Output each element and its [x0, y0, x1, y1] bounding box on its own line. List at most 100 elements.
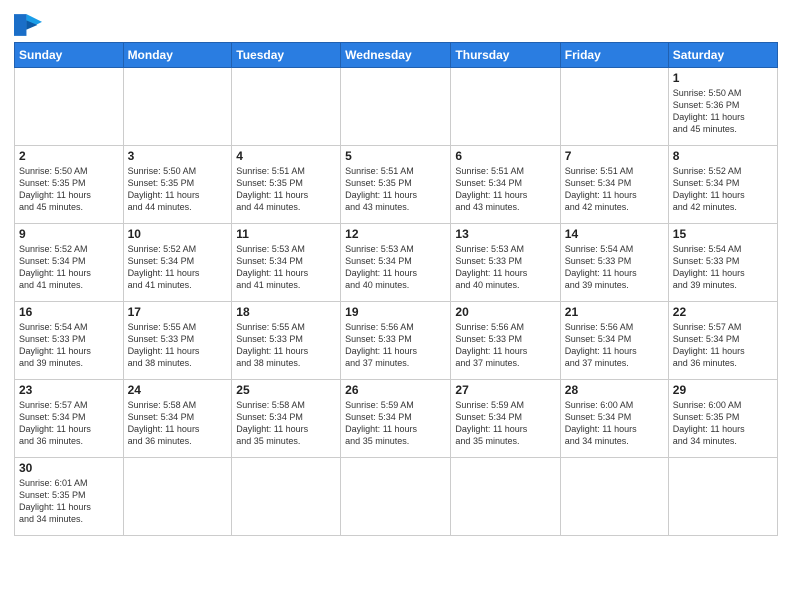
day-info: Sunrise: 5:57 AM Sunset: 5:34 PM Dayligh… — [19, 399, 119, 448]
calendar-cell: 5Sunrise: 5:51 AM Sunset: 5:35 PM Daylig… — [341, 146, 451, 224]
day-info: Sunrise: 5:56 AM Sunset: 5:33 PM Dayligh… — [345, 321, 446, 370]
calendar-cell — [560, 458, 668, 536]
calendar-cell: 15Sunrise: 5:54 AM Sunset: 5:33 PM Dayli… — [668, 224, 777, 302]
day-number: 6 — [455, 149, 555, 163]
day-number: 4 — [236, 149, 336, 163]
day-info: Sunrise: 5:54 AM Sunset: 5:33 PM Dayligh… — [19, 321, 119, 370]
day-info: Sunrise: 5:51 AM Sunset: 5:35 PM Dayligh… — [345, 165, 446, 214]
day-info: Sunrise: 5:53 AM Sunset: 5:33 PM Dayligh… — [455, 243, 555, 292]
calendar-week-row: 2 Sunrise: 5:50 AM Sunset: 5:35 PM Daylig… — [15, 146, 778, 224]
calendar-cell: 13 Sunrise: 5:53 AM Sunset: 5:33 PM Dayli… — [451, 224, 560, 302]
calendar-cell: 12 Sunrise: 5:53 AM Sunset: 5:34 PM Dayli… — [341, 224, 451, 302]
calendar-cell: 16Sunrise: 5:54 AM Sunset: 5:33 PM Dayli… — [15, 302, 124, 380]
calendar-cell: 14Sunrise: 5:54 AM Sunset: 5:33 PM Dayli… — [560, 224, 668, 302]
day-number: 25 — [236, 383, 336, 397]
day-info: Sunrise: 5:50 AM Sunset: 5:36 PM Dayligh… — [673, 87, 773, 136]
header — [14, 10, 778, 36]
day-info: Sunrise: 5:53 AM Sunset: 5:34 PM Dayligh… — [345, 243, 446, 292]
day-info: Sunrise: 5:51 AM Sunset: 5:34 PM Dayligh… — [565, 165, 664, 214]
day-info: Sunrise: 5:51 AM Sunset: 5:35 PM Dayligh… — [236, 165, 336, 214]
day-number: 8 — [673, 149, 773, 163]
calendar-cell: 20Sunrise: 5:56 AM Sunset: 5:33 PM Dayli… — [451, 302, 560, 380]
calendar-header-saturday: Saturday — [668, 43, 777, 68]
calendar-week-row: 16Sunrise: 5:54 AM Sunset: 5:33 PM Dayli… — [15, 302, 778, 380]
calendar-cell: 28 Sunrise: 6:00 AM Sunset: 5:34 PM Dayli… — [560, 380, 668, 458]
day-info: Sunrise: 5:52 AM Sunset: 5:34 PM Dayligh… — [19, 243, 119, 292]
page: SundayMondayTuesdayWednesdayThursdayFrid… — [0, 0, 792, 612]
day-number: 24 — [128, 383, 228, 397]
day-number: 1 — [673, 71, 773, 85]
calendar-cell — [451, 458, 560, 536]
calendar-cell: 8 Sunrise: 5:52 AM Sunset: 5:34 PM Daylig… — [668, 146, 777, 224]
calendar-cell: 3 Sunrise: 5:50 AM Sunset: 5:35 PM Daylig… — [123, 146, 232, 224]
day-number: 10 — [128, 227, 228, 241]
calendar-week-row: 1 Sunrise: 5:50 AM Sunset: 5:36 PM Daylig… — [15, 68, 778, 146]
logo — [14, 14, 46, 36]
day-info: Sunrise: 5:53 AM Sunset: 5:34 PM Dayligh… — [236, 243, 336, 292]
calendar-cell: 23 Sunrise: 5:57 AM Sunset: 5:34 PM Dayli… — [15, 380, 124, 458]
day-info: Sunrise: 5:58 AM Sunset: 5:34 PM Dayligh… — [236, 399, 336, 448]
day-number: 22 — [673, 305, 773, 319]
calendar-header-friday: Friday — [560, 43, 668, 68]
calendar-cell: 7 Sunrise: 5:51 AM Sunset: 5:34 PM Daylig… — [560, 146, 668, 224]
day-number: 12 — [345, 227, 446, 241]
day-number: 26 — [345, 383, 446, 397]
calendar-cell: 21Sunrise: 5:56 AM Sunset: 5:34 PM Dayli… — [560, 302, 668, 380]
day-number: 17 — [128, 305, 228, 319]
day-number: 2 — [19, 149, 119, 163]
day-info: Sunrise: 5:51 AM Sunset: 5:34 PM Dayligh… — [455, 165, 555, 214]
day-info: Sunrise: 5:54 AM Sunset: 5:33 PM Dayligh… — [565, 243, 664, 292]
day-number: 3 — [128, 149, 228, 163]
day-info: Sunrise: 5:55 AM Sunset: 5:33 PM Dayligh… — [236, 321, 336, 370]
calendar-cell: 11 Sunrise: 5:53 AM Sunset: 5:34 PM Dayli… — [232, 224, 341, 302]
day-info: Sunrise: 5:57 AM Sunset: 5:34 PM Dayligh… — [673, 321, 773, 370]
calendar-week-row: 23 Sunrise: 5:57 AM Sunset: 5:34 PM Dayli… — [15, 380, 778, 458]
day-number: 11 — [236, 227, 336, 241]
day-number: 27 — [455, 383, 555, 397]
calendar-header-row: SundayMondayTuesdayWednesdayThursdayFrid… — [15, 43, 778, 68]
day-number: 30 — [19, 461, 119, 475]
calendar-cell — [341, 458, 451, 536]
calendar-cell: 19Sunrise: 5:56 AM Sunset: 5:33 PM Dayli… — [341, 302, 451, 380]
logo-icon — [14, 14, 42, 36]
calendar-cell: 25 Sunrise: 5:58 AM Sunset: 5:34 PM Dayli… — [232, 380, 341, 458]
calendar-cell: 2Sunrise: 5:50 AM Sunset: 5:35 PM Daylig… — [15, 146, 124, 224]
calendar-header-monday: Monday — [123, 43, 232, 68]
calendar-cell: 18 Sunrise: 5:55 AM Sunset: 5:33 PM Dayli… — [232, 302, 341, 380]
day-info: Sunrise: 6:00 AM Sunset: 5:34 PM Dayligh… — [565, 399, 664, 448]
day-info: Sunrise: 5:52 AM Sunset: 5:34 PM Dayligh… — [673, 165, 773, 214]
day-number: 9 — [19, 227, 119, 241]
day-info: Sunrise: 5:50 AM Sunset: 5:35 PM Dayligh… — [128, 165, 228, 214]
day-number: 7 — [565, 149, 664, 163]
calendar-cell: 26Sunrise: 5:59 AM Sunset: 5:34 PM Dayli… — [341, 380, 451, 458]
calendar-cell — [451, 68, 560, 146]
calendar-cell: 6 Sunrise: 5:51 AM Sunset: 5:34 PM Daylig… — [451, 146, 560, 224]
calendar-cell — [123, 458, 232, 536]
calendar-week-row: 9 Sunrise: 5:52 AM Sunset: 5:34 PM Daylig… — [15, 224, 778, 302]
day-info: Sunrise: 5:58 AM Sunset: 5:34 PM Dayligh… — [128, 399, 228, 448]
calendar-cell — [560, 68, 668, 146]
calendar: SundayMondayTuesdayWednesdayThursdayFrid… — [14, 42, 778, 536]
calendar-week-row: 30 Sunrise: 6:01 AM Sunset: 5:35 PM Dayli… — [15, 458, 778, 536]
calendar-cell — [232, 68, 341, 146]
calendar-cell — [15, 68, 124, 146]
calendar-cell: 1 Sunrise: 5:50 AM Sunset: 5:36 PM Daylig… — [668, 68, 777, 146]
day-info: Sunrise: 6:01 AM Sunset: 5:35 PM Dayligh… — [19, 477, 119, 526]
day-number: 23 — [19, 383, 119, 397]
day-number: 18 — [236, 305, 336, 319]
day-number: 28 — [565, 383, 664, 397]
calendar-cell: 27Sunrise: 5:59 AM Sunset: 5:34 PM Dayli… — [451, 380, 560, 458]
day-number: 29 — [673, 383, 773, 397]
calendar-header-tuesday: Tuesday — [232, 43, 341, 68]
day-info: Sunrise: 5:52 AM Sunset: 5:34 PM Dayligh… — [128, 243, 228, 292]
calendar-cell — [123, 68, 232, 146]
day-info: Sunrise: 5:56 AM Sunset: 5:34 PM Dayligh… — [565, 321, 664, 370]
calendar-cell: 30 Sunrise: 6:01 AM Sunset: 5:35 PM Dayli… — [15, 458, 124, 536]
calendar-cell: 29Sunrise: 6:00 AM Sunset: 5:35 PM Dayli… — [668, 380, 777, 458]
day-number: 13 — [455, 227, 555, 241]
day-info: Sunrise: 5:55 AM Sunset: 5:33 PM Dayligh… — [128, 321, 228, 370]
calendar-cell: 10 Sunrise: 5:52 AM Sunset: 5:34 PM Dayli… — [123, 224, 232, 302]
calendar-header-thursday: Thursday — [451, 43, 560, 68]
day-number: 20 — [455, 305, 555, 319]
calendar-cell: 17 Sunrise: 5:55 AM Sunset: 5:33 PM Dayli… — [123, 302, 232, 380]
